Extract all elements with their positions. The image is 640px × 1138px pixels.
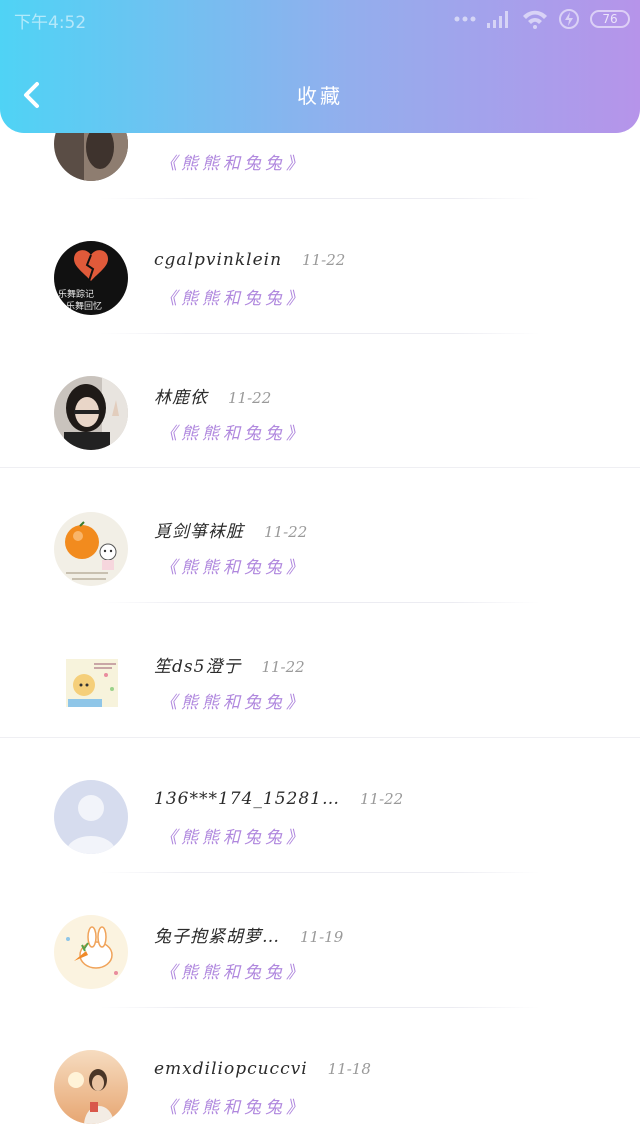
favorite-item[interactable]: 笙ds5澄亍 11-22 《熊熊和兔兔》 [0, 602, 640, 737]
favorite-date: 11-22 [359, 790, 404, 808]
name-row: emxdiliopcuccvi 11-18 [154, 1059, 371, 1079]
favorite-work-link[interactable]: 《熊熊和兔兔》 [160, 284, 307, 309]
favorite-date: 11-22 [302, 251, 346, 269]
name-row: 林鹿依 11-22 [154, 383, 271, 408]
status-icons: 76 [454, 8, 630, 30]
avatar-text: 乐舞回忆 [66, 300, 102, 312]
name-row: 136***174_15281… 11-22 [154, 789, 403, 809]
avatar [54, 780, 128, 854]
name-row: 兔子抱紧胡萝… 11-19 [154, 922, 343, 947]
user-name: 兔子抱紧胡萝… [154, 927, 280, 947]
more-dots-icon [454, 16, 476, 22]
user-name: 覓剑箏袜脏 [154, 522, 244, 542]
favorite-work-link[interactable]: 《熊熊和兔兔》 [160, 1093, 307, 1118]
user-name: 136***174_15281… [154, 789, 340, 809]
header-bar: 下午4:52 76 收藏 [0, 0, 640, 133]
favorite-item[interactable]: 136***174_15281… 11-22 《熊熊和兔兔》 [0, 737, 640, 872]
favorite-date: 11-22 [261, 658, 305, 676]
favorite-date: 11-22 [228, 389, 272, 407]
favorite-date: 11-22 [264, 523, 308, 541]
user-name: cgalpvinklein [154, 250, 283, 270]
battery-indicator: 76 [590, 10, 630, 28]
favorite-work-link[interactable]: 《熊熊和兔兔》 [160, 958, 307, 983]
favorite-date: 11-19 [300, 928, 344, 946]
signal-icon [487, 11, 508, 28]
favorite-date: 11-18 [327, 1060, 371, 1078]
avatar [54, 512, 128, 586]
user-name: emxdiliopcuccvi [154, 1059, 308, 1079]
favorite-item[interactable]: 乐舞踪记 乐舞回忆 cgalpvinklein 11-22 《熊熊和兔兔》 [0, 198, 640, 333]
favorite-item[interactable]: 兔子抱紧胡萝… 11-19 《熊熊和兔兔》 [0, 872, 640, 1007]
avatar [54, 1050, 128, 1124]
wifi-icon [523, 10, 547, 29]
favorite-work-link[interactable]: 《熊熊和兔兔》 [160, 149, 307, 174]
avatar [54, 376, 128, 450]
favorite-work-link[interactable]: 《熊熊和兔兔》 [160, 419, 307, 444]
name-row: cgalpvinklein 11-22 [154, 250, 345, 270]
avatar-text: 乐舞踪记 [58, 288, 94, 300]
user-name: 林鹿依 [154, 388, 208, 408]
favorite-work-link[interactable]: 《熊熊和兔兔》 [160, 553, 307, 578]
status-time: 下午4:52 [14, 13, 87, 33]
avatar [54, 915, 128, 989]
favorite-work-link[interactable]: 《熊熊和兔兔》 [160, 823, 307, 848]
page-title: 收藏 [297, 84, 343, 108]
avatar [54, 645, 128, 719]
charging-icon [559, 9, 579, 29]
favorite-item[interactable]: emxdiliopcuccvi 11-18 《熊熊和兔兔》 [0, 1007, 640, 1138]
avatar: 乐舞踪记 乐舞回忆 [54, 241, 128, 315]
name-row: 笙ds5澄亍 11-22 [154, 652, 305, 677]
name-row: 覓剑箏袜脏 11-22 [154, 517, 307, 542]
favorite-item[interactable]: 覓剑箏袜脏 11-22 《熊熊和兔兔》 [0, 467, 640, 602]
status-bar: 下午4:52 76 [0, 0, 640, 38]
favorites-list: 《熊熊和兔兔》 乐舞踪记 乐舞回忆 cgalpvinklein 11-22 《熊… [0, 0, 640, 1138]
user-name: 笙ds5澄亍 [154, 657, 242, 677]
favorite-item[interactable]: 林鹿依 11-22 《熊熊和兔兔》 [0, 333, 640, 468]
favorite-work-link[interactable]: 《熊熊和兔兔》 [160, 688, 307, 713]
